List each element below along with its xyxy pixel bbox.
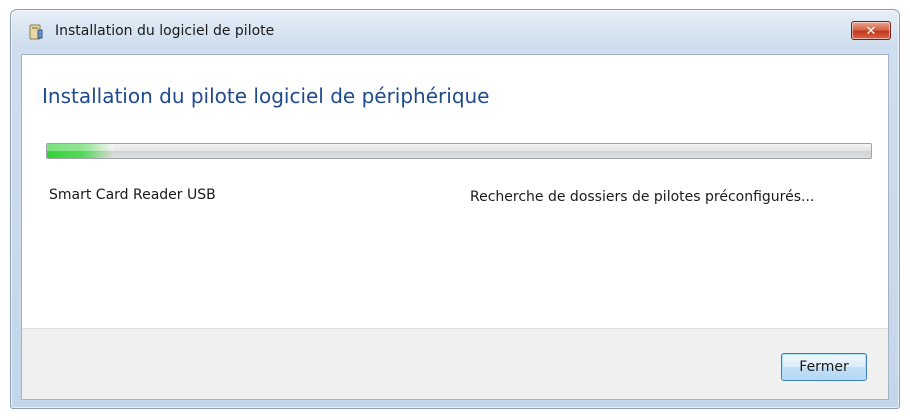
title-bar: Installation du logiciel de pilote ✕ xyxy=(11,10,899,54)
progress-fill xyxy=(47,144,113,158)
footer-bar: Fermer xyxy=(22,328,888,399)
window-title: Installation du logiciel de pilote xyxy=(55,23,275,39)
close-button[interactable]: Fermer xyxy=(781,353,867,381)
driver-install-window: Installation du logiciel de pilote ✕ Ins… xyxy=(10,9,900,409)
driver-install-icon xyxy=(28,24,44,40)
device-name: Smart Card Reader USB xyxy=(49,187,216,203)
progress-bar xyxy=(46,143,872,159)
close-icon[interactable]: ✕ xyxy=(851,21,891,40)
status-text: Recherche de dossiers de pilotes préconf… xyxy=(470,189,815,205)
page-title: Installation du pilote logiciel de périp… xyxy=(42,84,490,108)
content-panel: Installation du pilote logiciel de périp… xyxy=(21,54,889,400)
